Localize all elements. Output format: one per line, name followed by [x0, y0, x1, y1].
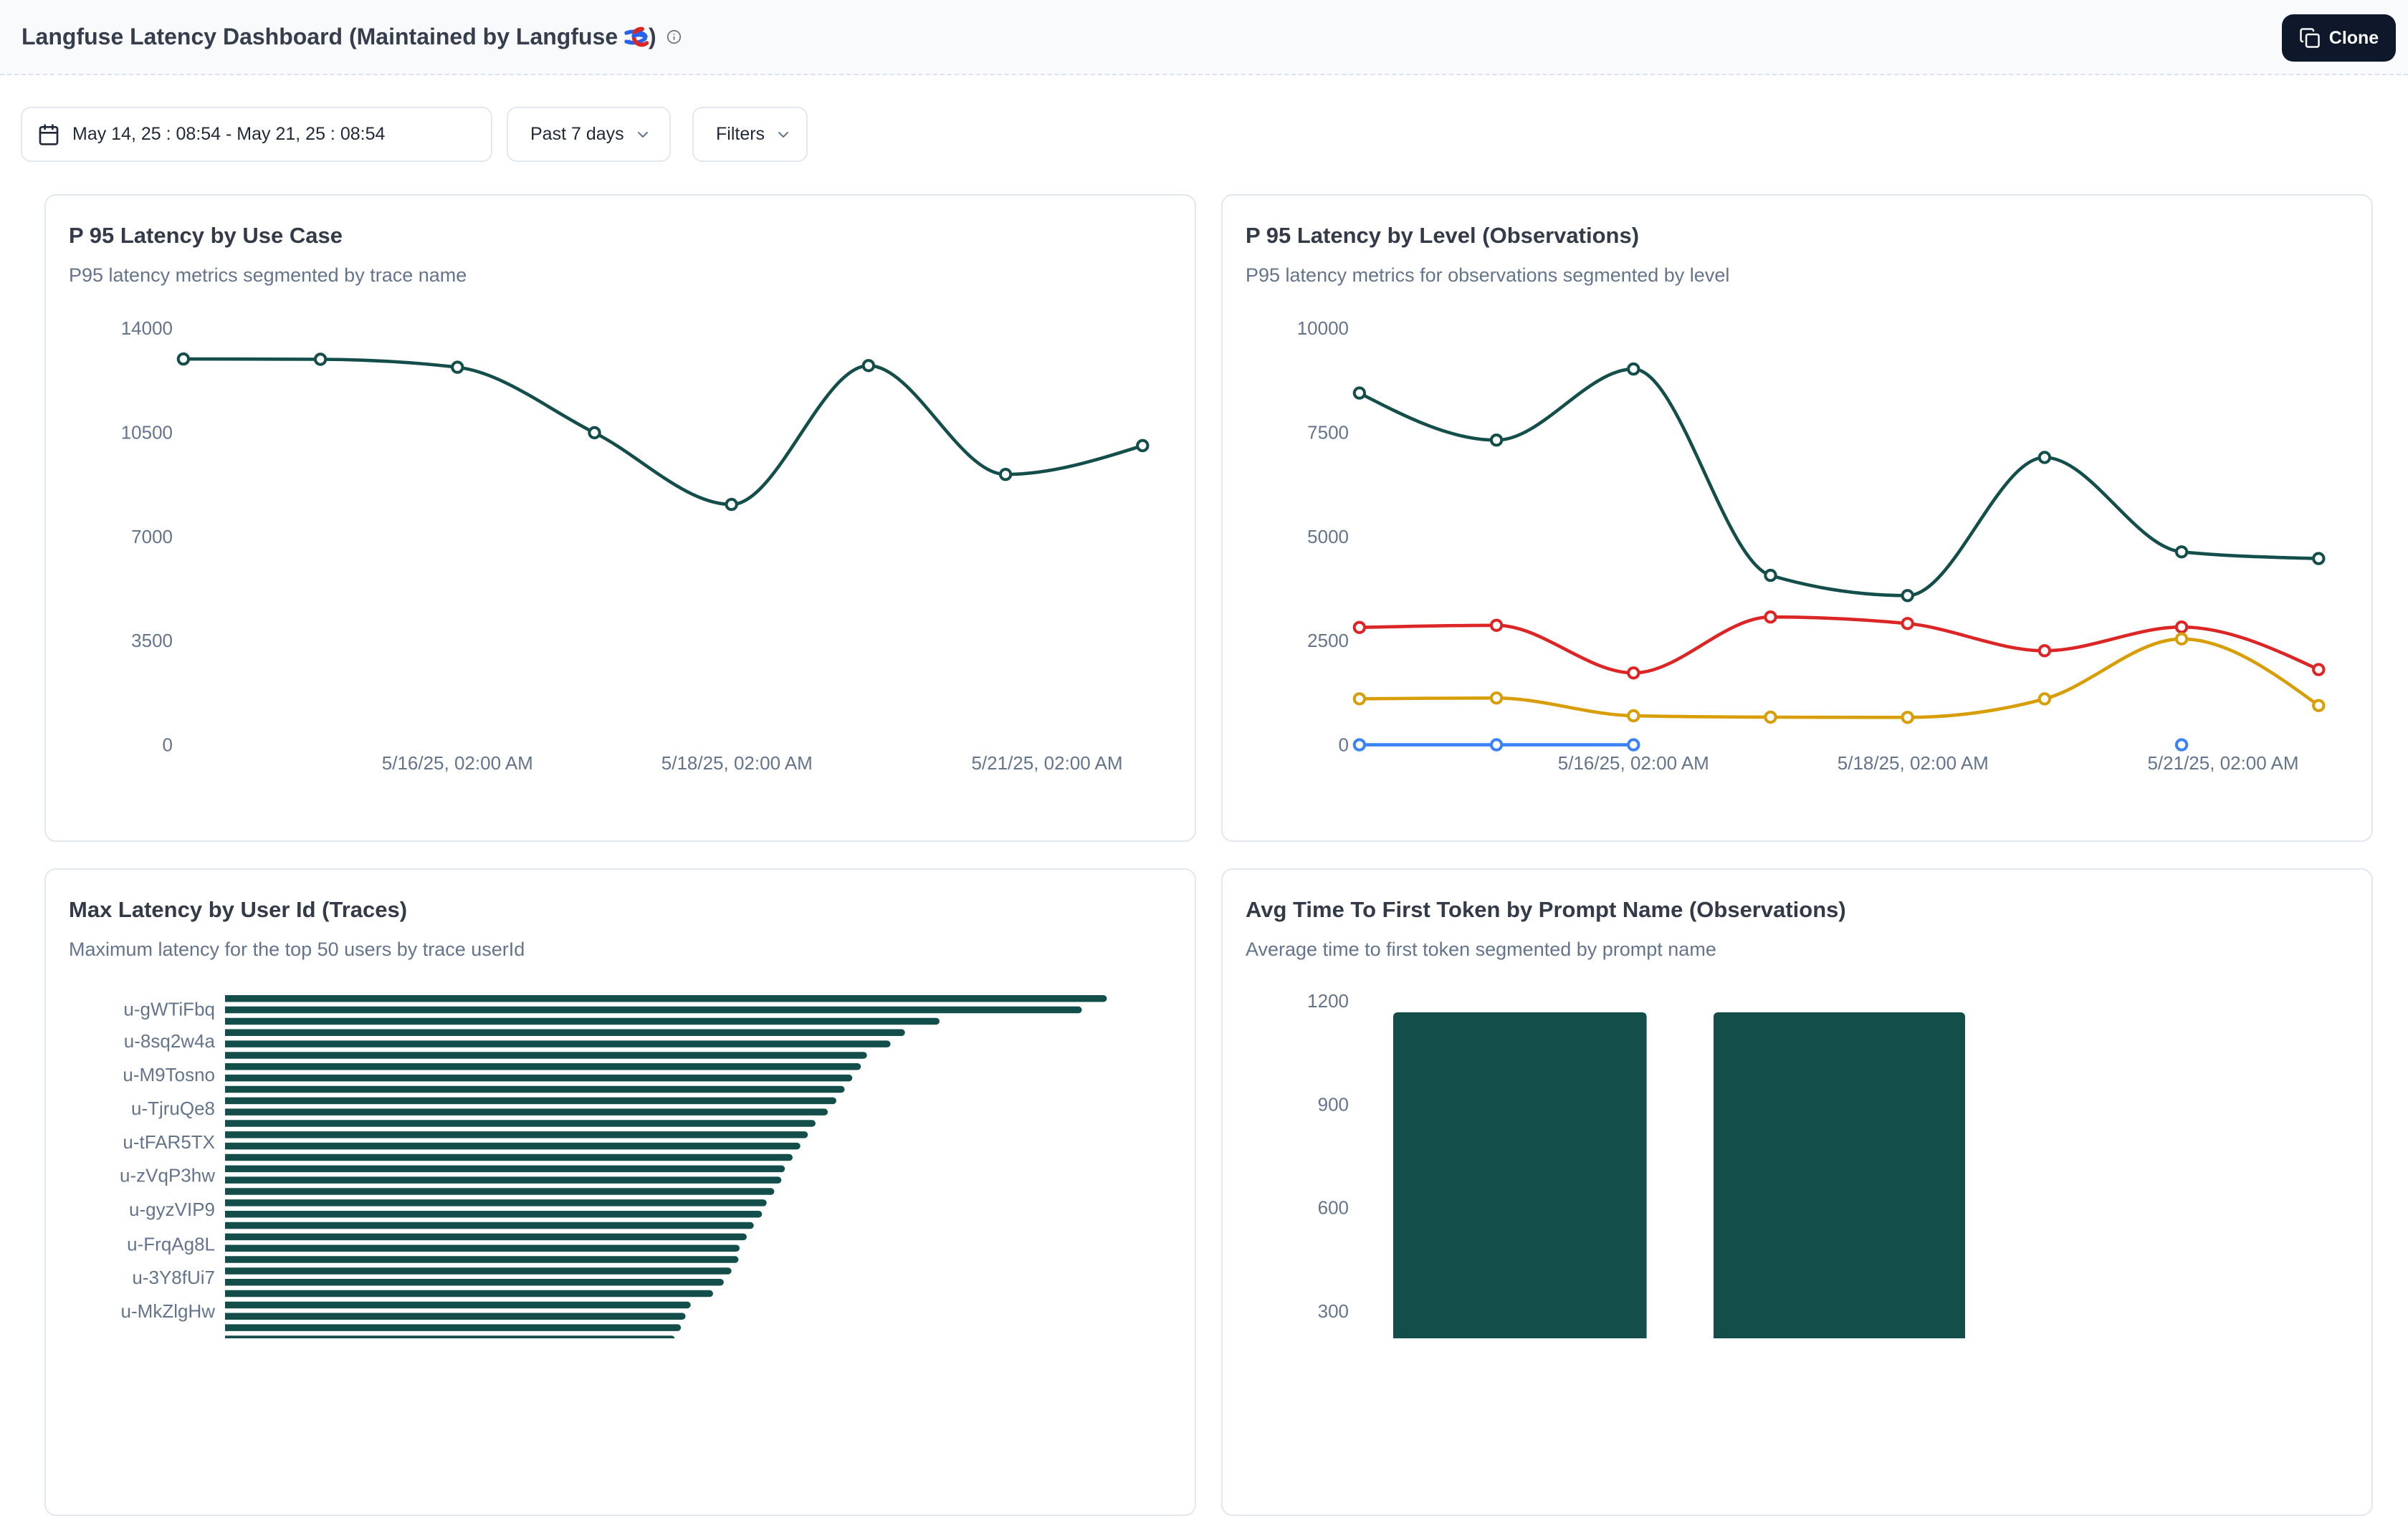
svg-text:1200: 1200 — [1307, 990, 1349, 1012]
svg-text:300: 300 — [1318, 1300, 1349, 1322]
svg-text:u-tFAR5TX: u-tFAR5TX — [123, 1131, 215, 1153]
svg-text:5/16/25, 02:00 AM: 5/16/25, 02:00 AM — [382, 752, 533, 774]
svg-text:10000: 10000 — [1297, 317, 1349, 339]
svg-text:5000: 5000 — [1307, 526, 1349, 547]
svg-text:u-gWTiFbq: u-gWTiFbq — [123, 999, 215, 1020]
svg-text:7000: 7000 — [131, 526, 173, 547]
svg-text:5/16/25, 02:00 AM: 5/16/25, 02:00 AM — [1558, 752, 1709, 774]
svg-text:5/21/25, 02:00 AM: 5/21/25, 02:00 AM — [2147, 752, 2298, 774]
svg-text:900: 900 — [1318, 1093, 1349, 1115]
svg-text:u-TjruQe8: u-TjruQe8 — [131, 1098, 215, 1119]
svg-text:5/18/25, 02:00 AM: 5/18/25, 02:00 AM — [661, 752, 813, 774]
svg-text:u-MkZlgHw: u-MkZlgHw — [121, 1300, 216, 1322]
svg-text:0: 0 — [163, 734, 173, 756]
svg-text:2500: 2500 — [1307, 630, 1349, 651]
svg-text:u-8sq2w4a: u-8sq2w4a — [124, 1030, 216, 1052]
svg-text:14000: 14000 — [121, 317, 173, 339]
svg-text:7500: 7500 — [1307, 421, 1349, 443]
svg-text:10500: 10500 — [121, 421, 173, 443]
svg-text:u-3Y8fUi7: u-3Y8fUi7 — [132, 1267, 215, 1288]
svg-text:u-zVqP3hw: u-zVqP3hw — [120, 1165, 215, 1186]
svg-text:0: 0 — [1339, 734, 1349, 756]
svg-text:u-M9Tosno: u-M9Tosno — [123, 1064, 215, 1085]
svg-text:3500: 3500 — [131, 630, 173, 651]
svg-text:u-gyzVIP9: u-gyzVIP9 — [129, 1199, 215, 1220]
svg-text:5/21/25, 02:00 AM: 5/21/25, 02:00 AM — [971, 752, 1122, 774]
svg-text:u-FrqAg8L: u-FrqAg8L — [127, 1234, 215, 1255]
svg-text:600: 600 — [1318, 1197, 1349, 1219]
svg-text:5/18/25, 02:00 AM: 5/18/25, 02:00 AM — [1838, 752, 1989, 774]
